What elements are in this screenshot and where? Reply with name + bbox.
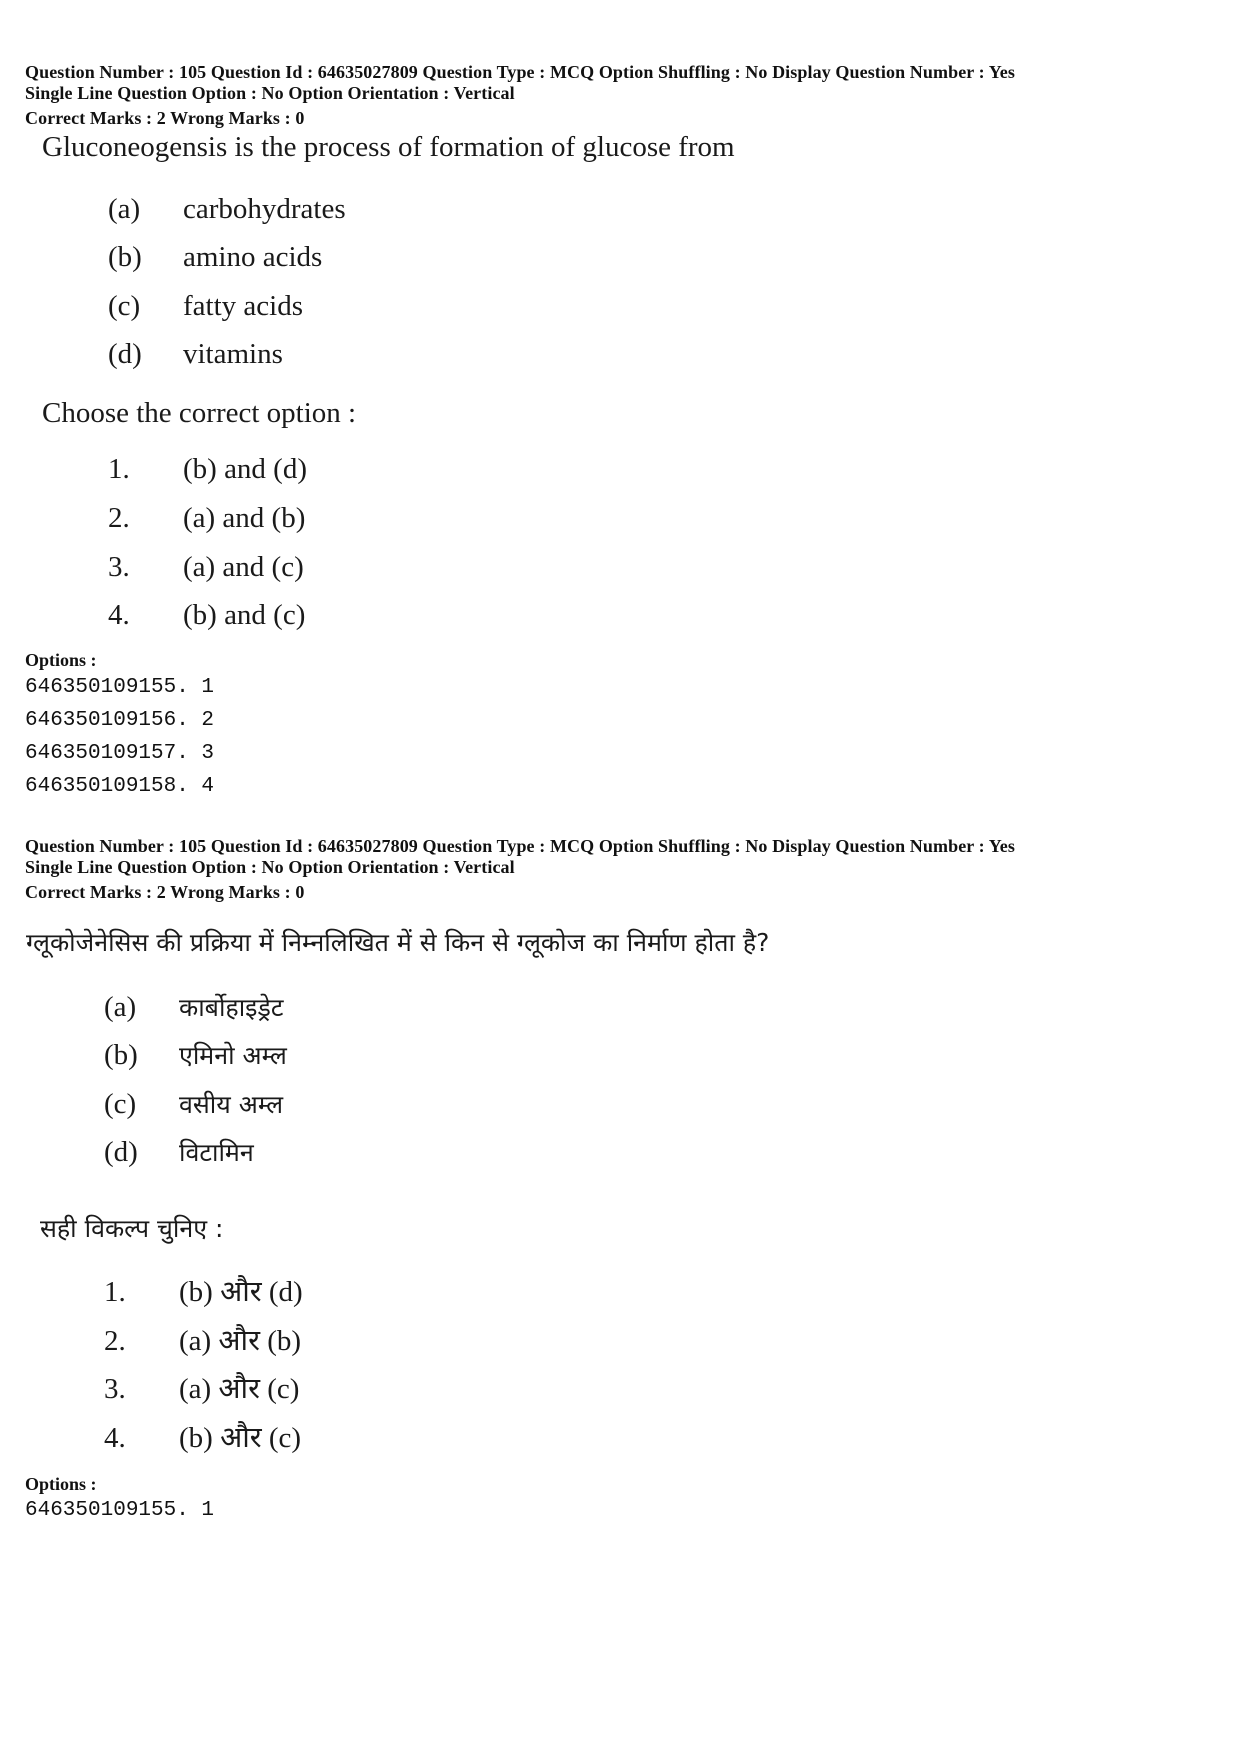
choice-number: 4.: [104, 1422, 126, 1454]
option-id-1: 646350109155. 1: [25, 676, 215, 699]
choice-number: 3.: [108, 551, 130, 583]
question-meta-line-1: Question Number : 105 Question Id : 6463…: [25, 836, 1015, 856]
option-id-2: 646350109156. 2: [25, 709, 215, 732]
options-heading: Options :: [25, 650, 97, 670]
statement-a: (a) कार्बोहाइड्रेट: [104, 990, 283, 1025]
statement-label: (a): [104, 991, 137, 1023]
choice-text: (b) और (d): [179, 1276, 303, 1308]
statement-text: एमिनो अम्ल: [179, 1041, 287, 1070]
question-meta-line-1: Question Number : 105 Question Id : 6463…: [25, 62, 1015, 82]
statement-label: (a): [108, 193, 141, 225]
statement-c: (c) वसीय अम्ल: [104, 1087, 283, 1122]
question-text: Gluconeogensis is the process of formati…: [42, 131, 735, 163]
statement-label: (d): [108, 338, 142, 370]
statement-text: वसीय अम्ल: [179, 1090, 284, 1119]
statement-b: (b) amino acids: [108, 240, 322, 274]
statement-label: (d): [104, 1136, 138, 1168]
choice-4: 4. (b) और (c): [104, 1421, 301, 1455]
statement-text: fatty acids: [183, 290, 303, 322]
choice-text: (a) and (c): [183, 551, 304, 583]
choice-number: 2.: [104, 1325, 126, 1357]
statement-text: विटामिन: [179, 1138, 254, 1167]
choice-1: 1. (b) और (d): [104, 1275, 303, 1309]
choice-2: 2. (a) और (b): [104, 1324, 301, 1358]
statement-label: (c): [108, 290, 141, 322]
statement-text: vitamins: [183, 338, 283, 370]
statement-text: कार्बोहाइड्रेट: [179, 993, 284, 1022]
choice-1: 1. (b) and (d): [108, 452, 307, 486]
statement-c: (c) fatty acids: [108, 289, 303, 323]
option-id-3: 646350109157. 3: [25, 742, 215, 765]
choice-number: 3.: [104, 1373, 126, 1405]
choice-text: (b) और (c): [179, 1422, 302, 1454]
statement-b: (b) एमिनो अम्ल: [104, 1038, 287, 1073]
marks-line: Correct Marks : 2 Wrong Marks : 0: [25, 882, 305, 902]
statement-text: carbohydrates: [183, 193, 346, 225]
choice-number: 2.: [108, 502, 130, 534]
question-meta-line-2: Single Line Question Option : No Option …: [25, 857, 515, 877]
choice-3: 3. (a) और (c): [104, 1372, 299, 1406]
choice-text: (a) और (b): [179, 1325, 302, 1357]
option-id-1: 646350109155. 1: [25, 1499, 215, 1522]
choice-text: (b) and (c): [183, 599, 306, 631]
choice-text: (b) and (d): [183, 453, 308, 485]
statement-d: (d) vitamins: [108, 337, 283, 371]
choose-prompt: सही विकल्प चुनिए :: [40, 1214, 224, 1243]
choice-4: 4. (b) and (c): [108, 598, 305, 632]
statement-label: (c): [104, 1088, 137, 1120]
option-id-4: 646350109158. 4: [25, 775, 215, 798]
choose-prompt: Choose the correct option :: [42, 397, 357, 429]
choice-number: 1.: [108, 453, 130, 485]
statement-d: (d) विटामिन: [104, 1135, 254, 1170]
marks-line: Correct Marks : 2 Wrong Marks : 0: [25, 108, 305, 128]
choice-2: 2. (a) and (b): [108, 501, 305, 535]
statement-label: (b): [104, 1039, 138, 1071]
question-meta-line-2: Single Line Question Option : No Option …: [25, 83, 515, 103]
choice-text: (a) और (c): [179, 1373, 300, 1405]
statement-text: amino acids: [183, 241, 323, 273]
choice-text: (a) and (b): [183, 502, 306, 534]
statement-a: (a) carbohydrates: [108, 192, 346, 226]
choice-3: 3. (a) and (c): [108, 550, 304, 584]
choice-number: 1.: [104, 1276, 126, 1308]
choice-number: 4.: [108, 599, 130, 631]
options-heading: Options :: [25, 1474, 97, 1494]
statement-label: (b): [108, 241, 142, 273]
question-text: ग्लूकोजेनेसिस की प्रक्रिया में निम्नलिखि…: [26, 928, 770, 957]
